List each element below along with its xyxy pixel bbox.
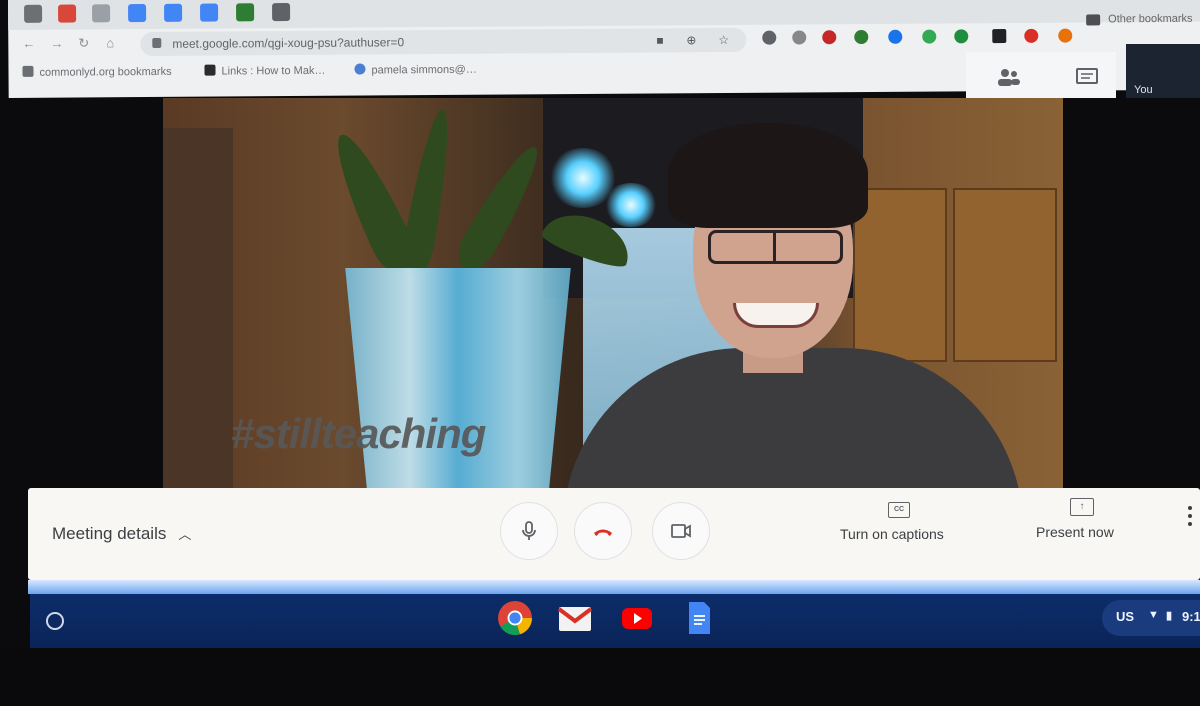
docs-tab-icon[interactable] (200, 3, 219, 22)
extension-icon[interactable] (762, 30, 777, 45)
present-now-button[interactable]: Present now (1036, 524, 1114, 540)
cabinet (953, 188, 1057, 362)
captions-icon[interactable]: CC (888, 502, 910, 518)
bookmark-item[interactable]: pamela simmons@… (354, 63, 477, 77)
chat-icon[interactable] (1074, 66, 1100, 88)
extension-icon[interactable] (922, 29, 937, 44)
meeting-details-label: Meeting details (52, 524, 167, 543)
meet-control-bar: Meeting details ︿ CC Turn on captions ↑ P… (28, 488, 1200, 580)
lock-icon (152, 37, 162, 48)
clock: 9:1 (1182, 609, 1200, 624)
people-icon[interactable] (996, 66, 1022, 88)
smile (733, 303, 819, 328)
video-camera-icon (671, 524, 691, 538)
camera-indicator-icon[interactable]: ■ (656, 33, 663, 47)
bookmark-item[interactable]: commonlyd.org bookmarks (22, 65, 172, 79)
extension-icon[interactable] (1058, 28, 1073, 43)
self-label: You (1134, 84, 1153, 96)
chromeos-shelf: US ▼ ▮ 9:1 (30, 594, 1200, 648)
participant-video: #stillteaching (163, 98, 1063, 488)
hang-up-icon (594, 529, 612, 536)
gmail-icon[interactable] (556, 599, 594, 637)
folder-icon (1086, 14, 1101, 26)
plant-leaf (398, 106, 458, 280)
url-text[interactable]: meet.google.com/qgi-xoug-psu?authuser=0 (172, 35, 404, 51)
reload-icon[interactable]: ↻ (78, 35, 89, 51)
home-icon[interactable]: ⌂ (106, 35, 114, 50)
launcher-icon[interactable] (46, 612, 64, 630)
end-call-button[interactable] (574, 502, 632, 560)
screen-bezel (0, 648, 1200, 706)
tab-favicon[interactable] (58, 4, 77, 23)
youtube-icon[interactable] (618, 599, 656, 637)
forward-icon[interactable]: → (50, 36, 63, 51)
google-docs-icon[interactable] (680, 599, 718, 637)
captions-button[interactable]: Turn on captions (840, 526, 944, 542)
person-hair (668, 123, 868, 228)
meeting-details-button[interactable]: Meeting details ︿ (52, 524, 191, 544)
hashtag-watermark: #stillteaching (231, 410, 486, 457)
locale-indicator: US (1116, 609, 1135, 624)
present-icon[interactable]: ↑ (1070, 498, 1094, 516)
doorway (163, 128, 233, 488)
extension-icon[interactable] (992, 29, 1007, 44)
battery-icon: ▮ (1166, 610, 1173, 622)
tab-favicon[interactable] (24, 4, 43, 23)
mic-button[interactable] (500, 502, 558, 560)
extension-icon[interactable] (954, 29, 969, 44)
ceiling-light (603, 183, 659, 227)
link-icon (204, 64, 216, 76)
tab-favicon[interactable] (92, 4, 111, 23)
more-options-icon[interactable] (1188, 506, 1192, 530)
chrome-icon[interactable] (496, 599, 534, 637)
extension-icon[interactable] (1024, 28, 1039, 43)
glasses (708, 230, 843, 264)
tab-favicon[interactable] (236, 3, 255, 22)
extension-icon[interactable] (822, 30, 837, 45)
bookmark-star-icon[interactable]: ☆ (718, 33, 729, 47)
video-stage: #stillteaching (0, 98, 1200, 490)
folder-icon (22, 65, 34, 77)
cabinet (853, 188, 947, 362)
google-icon (354, 63, 366, 75)
status-tray[interactable]: US ▼ ▮ 9:1 (1102, 600, 1200, 636)
wifi-icon: ▼ (1148, 609, 1159, 621)
address-bar[interactable]: meet.google.com/qgi-xoug-psu?authuser=0 … (140, 27, 747, 57)
desktop-edge (28, 580, 1200, 594)
extension-icon[interactable] (792, 30, 807, 45)
back-icon[interactable]: ← (22, 36, 35, 51)
chevron-up-icon: ︿ (178, 527, 192, 542)
tab-favicon[interactable] (272, 3, 291, 22)
docs-tab-icon[interactable] (164, 3, 183, 22)
self-view-tile[interactable]: You (1126, 44, 1200, 104)
camera-button[interactable] (652, 502, 710, 560)
docs-tab-icon[interactable] (128, 4, 147, 23)
extension-icon[interactable] (854, 29, 869, 45)
extension-icon[interactable] (888, 29, 903, 44)
bookmark-item[interactable]: Links : How to Mak… (204, 64, 325, 78)
mic-icon (522, 521, 536, 540)
plant-leaf (450, 138, 550, 278)
other-bookmarks[interactable]: Other bookmarks (1108, 13, 1192, 26)
zoom-icon[interactable]: ⊕ (686, 33, 696, 47)
